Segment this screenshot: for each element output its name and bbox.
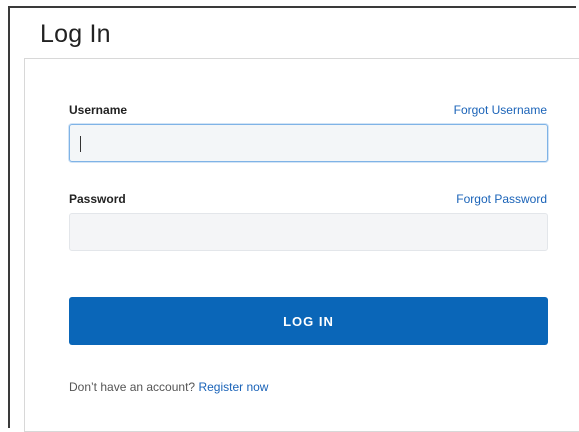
register-prompt: Don’t have an account? Register now [69, 380, 268, 394]
password-input[interactable] [69, 213, 548, 251]
username-input[interactable] [69, 124, 548, 162]
login-button[interactable]: LOG IN [69, 297, 548, 345]
page-title: Log In [40, 20, 111, 48]
register-now-link[interactable]: Register now [198, 380, 268, 394]
password-label: Password [69, 192, 126, 206]
login-card: Username Forgot Username Password Forgot… [24, 58, 579, 432]
forgot-username-link[interactable]: Forgot Username [454, 103, 547, 117]
forgot-password-link[interactable]: Forgot Password [456, 192, 547, 206]
text-caret [80, 136, 81, 152]
register-prompt-text: Don’t have an account? [69, 380, 196, 394]
page-frame: Log In Username Forgot Username Password… [8, 6, 579, 432]
username-label: Username [69, 103, 128, 117]
